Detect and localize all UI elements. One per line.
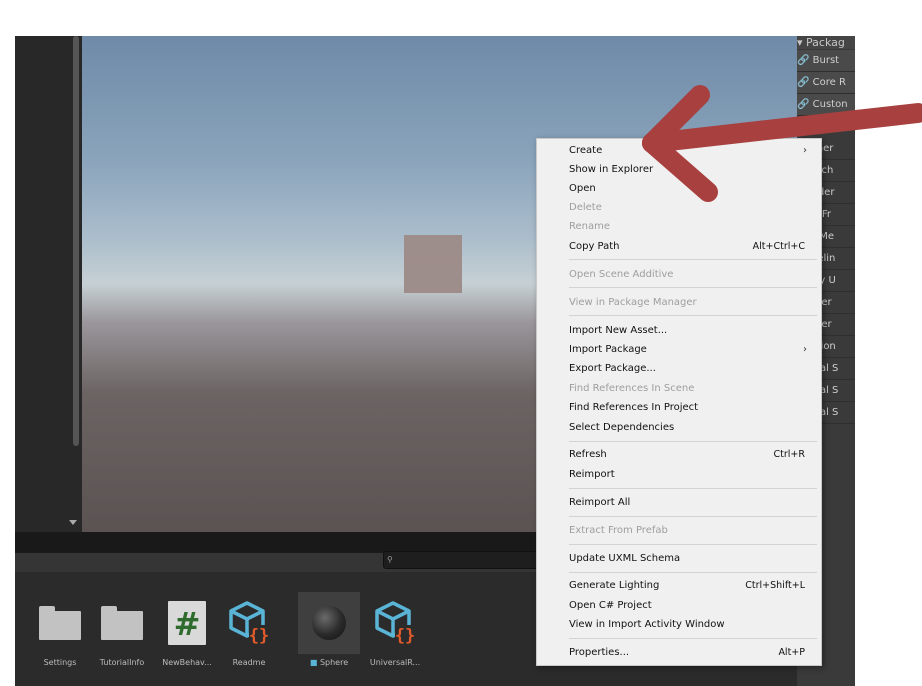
asset-label: TutorialInfo: [99, 658, 145, 667]
menu-separator: [569, 287, 817, 288]
menu-separator: [569, 488, 817, 489]
menu-separator: [569, 441, 817, 442]
svg-text:{}: {}: [249, 626, 269, 645]
asset-tutorialinfo[interactable]: TutorialInfo: [91, 592, 153, 667]
menu-item-open-scene-additive: Open Scene Additive: [569, 269, 674, 280]
menu-item-reimport-all[interactable]: Reimport All: [537, 493, 821, 512]
menu-item-update-uxml-schema[interactable]: Update UXML Schema: [537, 549, 821, 568]
asset-universalrenderpipeline[interactable]: {} UniversalR...: [364, 592, 426, 667]
menu-item-extract-from-prefab: Extract From Prefab: [569, 525, 668, 536]
menu-item-view-in-package-manager: View in Package Manager: [569, 297, 697, 308]
menu-separator: [569, 572, 817, 573]
prefab-cube-icon: ■: [309, 658, 318, 667]
menu-separator: [569, 259, 817, 260]
svg-text:{}: {}: [395, 626, 415, 645]
project-search-input[interactable]: ⚲: [383, 551, 545, 569]
link-icon: 🔗: [797, 77, 810, 88]
menu-separator: [569, 638, 817, 639]
asset-newbehaviour-script[interactable]: # NewBehav...: [156, 592, 218, 667]
menu-item-create[interactable]: Create ›: [537, 141, 821, 160]
asset-readme[interactable]: {} Readme: [218, 592, 280, 667]
menu-item-copy-path[interactable]: Copy Path Alt+Ctrl+C: [537, 237, 821, 256]
package-item-burst[interactable]: 🔗 Burst: [797, 50, 855, 72]
context-menu: Create › Show in Explorer Open Delete Ren…: [536, 138, 822, 666]
asset-label: Settings: [43, 658, 77, 667]
package-item-custom[interactable]: 🔗 Custon: [797, 94, 855, 116]
menu-item-import-package[interactable]: Import Package ›: [537, 340, 821, 359]
asset-label: ■ Sphere: [309, 658, 349, 667]
packages-header[interactable]: ▾ Packag: [797, 36, 855, 49]
submenu-arrow-icon: ›: [803, 145, 807, 156]
menu-item-find-references-in-project[interactable]: Find References In Project: [537, 398, 821, 417]
menu-item-delete: Delete: [569, 202, 602, 213]
menu-item-properties[interactable]: Properties... Alt+P: [537, 643, 821, 662]
search-icon: ⚲: [387, 555, 393, 564]
folder-icon: [39, 606, 81, 640]
menu-item-open-csharp-project[interactable]: Open C# Project: [537, 596, 821, 615]
link-icon: 🔗: [797, 99, 810, 110]
csharp-script-icon: #: [168, 601, 206, 645]
package-item-core[interactable]: 🔗 Core R: [797, 72, 855, 94]
menu-item-show-in-explorer[interactable]: Show in Explorer: [537, 160, 821, 179]
menu-item-import-new-asset[interactable]: Import New Asset...: [537, 321, 821, 340]
scriptable-object-icon: {}: [229, 601, 269, 645]
menu-item-find-references-in-scene: Find References In Scene: [569, 383, 695, 394]
asset-settings[interactable]: Settings: [29, 592, 91, 667]
scene-cube-object[interactable]: [404, 235, 462, 293]
asset-label: Readme: [232, 658, 266, 667]
link-icon: 🔗: [797, 55, 810, 66]
asset-label: NewBehav...: [162, 658, 212, 667]
menu-separator: [569, 544, 817, 545]
scriptable-object-icon: {}: [375, 601, 415, 645]
menu-item-reimport[interactable]: Reimport: [537, 465, 821, 484]
asset-label: UniversalR...: [369, 658, 421, 667]
menu-item-generate-lighting[interactable]: Generate Lighting Ctrl+Shift+L: [537, 576, 821, 595]
menu-item-refresh[interactable]: Refresh Ctrl+R: [537, 445, 821, 464]
hierarchy-panel: [15, 36, 82, 532]
sphere-thumbnail: [298, 592, 360, 654]
asset-sphere[interactable]: ■ Sphere: [298, 592, 360, 667]
menu-item-select-dependencies[interactable]: Select Dependencies: [537, 418, 821, 437]
menu-item-open[interactable]: Open: [537, 179, 821, 198]
submenu-arrow-icon: ›: [803, 344, 807, 355]
menu-item-view-in-import-activity-window[interactable]: View in Import Activity Window: [537, 615, 821, 634]
hierarchy-scrollbar[interactable]: [73, 36, 79, 446]
folder-icon: [101, 606, 143, 640]
menu-item-rename: Rename: [569, 221, 611, 232]
menu-separator: [569, 315, 817, 316]
menu-item-export-package[interactable]: Export Package...: [537, 359, 821, 378]
menu-separator: [569, 516, 817, 517]
scroll-down-arrow-icon[interactable]: [69, 520, 77, 525]
